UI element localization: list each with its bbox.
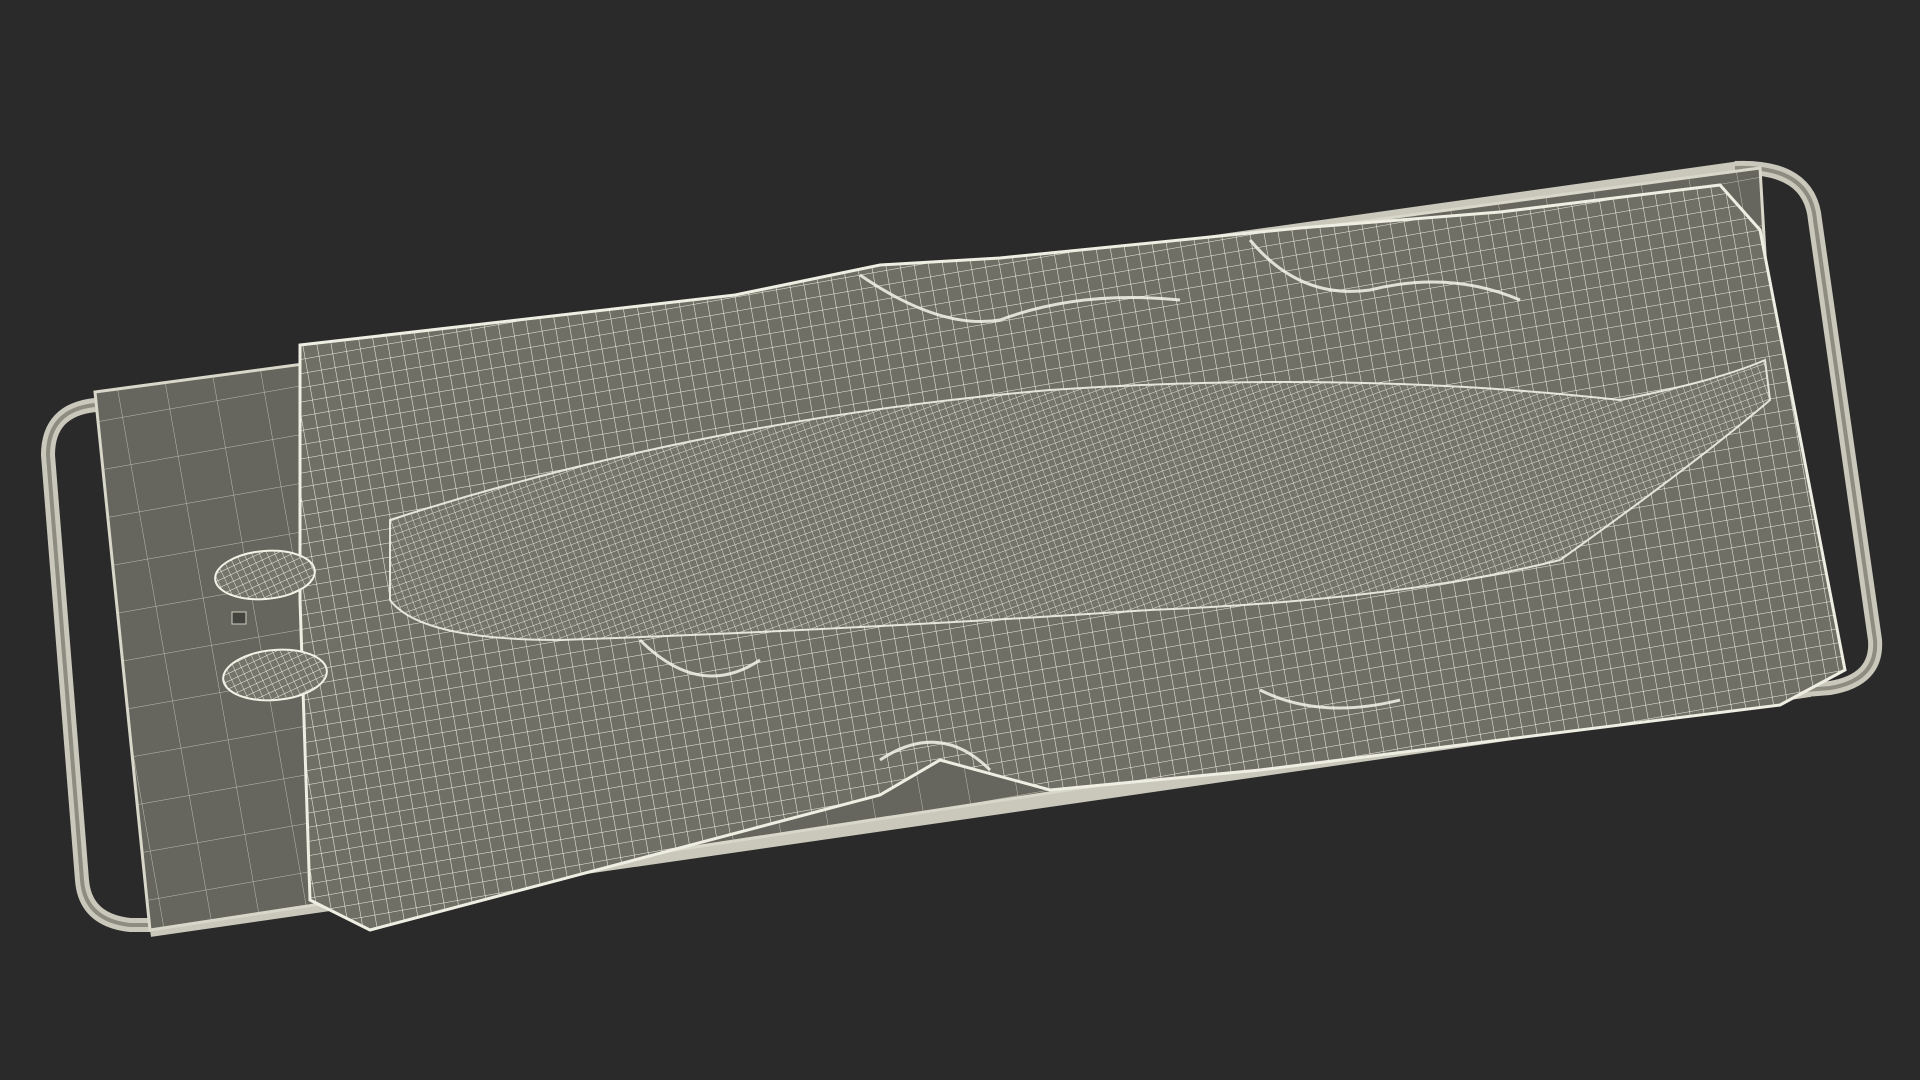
render-viewport (0, 0, 1920, 1080)
wireframe-scene (41, 160, 1883, 937)
toe-tag (231, 611, 247, 625)
